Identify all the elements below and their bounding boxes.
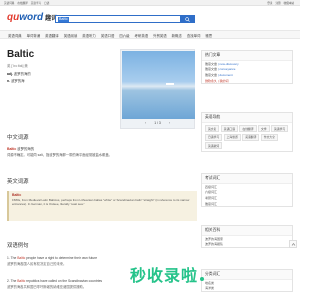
card-title: 相关百科 [202,226,292,236]
section-en-etymology: 英文词源 [7,179,29,185]
article-link[interactable]: 微软永久 | 我的词 [202,78,292,84]
article-title: | document [217,72,233,77]
nav-item[interactable]: 四六级 [119,33,129,38]
nav-pill[interactable]: 英语翻译 [242,133,260,141]
watermark-text: 秒收录啦 [130,266,199,285]
top-link[interactable]: 在线翻译 [17,1,27,5]
nav-pill[interactable]: 在线翻译 [239,125,257,133]
card-title: 英语导航 [202,113,292,123]
en-etym-keyword: Baltic [12,193,22,197]
definition-text: 波罗的海的 [13,72,31,76]
nav-item[interactable]: 新概念 [172,33,182,38]
nav-item[interactable]: 英语词典 [8,33,22,38]
definition-text: 波罗的海 [10,79,25,83]
sea-photo [122,51,195,119]
nav-item[interactable]: 英语口语 [101,33,115,38]
login-link[interactable]: 登录 [267,1,272,5]
search-icon [184,16,190,22]
logo-part-qu: qu [7,12,20,23]
nav-pill[interactable]: 英文名 [205,125,220,133]
header: qu word 趣词 Baltic [0,6,300,30]
carousel-counter: 1 / 3 [154,121,161,125]
zh-etym-meaning: 波罗的海的 [16,147,35,151]
related-card: 相关百科 波罗的海国家 波罗的海舰队 [201,225,293,249]
zh-etym-line: Baltic 波罗的海的 [7,146,34,151]
image-carousel: ‹ 1 / 3 › [120,49,195,129]
nav-pill[interactable]: 英语学习 [270,125,289,133]
site-logo[interactable]: qu word 趣词 [7,12,57,23]
section-examples: 双语例句 [7,243,29,249]
logo-part-word: word [19,12,44,23]
nav-pill[interactable]: 上海旅游 [223,133,241,141]
search-button[interactable] [180,16,194,22]
nav-item[interactable]: 单词背诵 [27,33,41,38]
example-rest: republics have called on the Scandinavia… [25,279,103,283]
exam-link[interactable]: 雅思词汇 [202,201,292,207]
article-title: | conveyance [217,67,236,72]
definition-adj: adj. 波罗的海的 [7,71,31,76]
chevron-up-icon [291,242,295,246]
search-value: Baltic [58,17,69,22]
example-prefix: 2. The [7,279,18,283]
nav-pills: 英文名 英语口语 在线翻译 文学 英语学习 日语学习 上海旅游 英语翻译 作文大… [202,123,292,151]
nav-item[interactable]: 外贸英语 [153,33,167,38]
nav-item[interactable]: 查找单词 [187,33,201,38]
article-prefix: 雅思文章 [205,67,218,72]
article-prefix: 雅思文章 [205,72,218,77]
next-arrow-icon[interactable]: › [169,121,170,125]
section-zh-etymology: 中文词源 [7,135,29,141]
nav-item[interactable]: 英语听力 [82,33,96,38]
example-rest: people have a right to determine their o… [25,256,98,260]
hot-articles-card: 热门文章 雅思文章 | new-discovery 雅思文章 | conveya… [201,50,293,85]
boat-shape [166,83,174,85]
nav-item[interactable]: 英语翻译 [45,33,59,38]
en-etym-text: 1580s, from Medieval Latin Balticus, per… [12,198,190,207]
nav-item[interactable]: 英语阅读 [64,33,78,38]
nav-item[interactable]: 雅思 [205,33,212,38]
nav-pill[interactable]: 文学 [257,125,270,133]
nav-pill[interactable]: 日语学习 [205,133,223,141]
zh-etym-keyword: Baltic [7,147,17,151]
pos-tag: adj. [7,72,13,76]
english-nav-card: 英语导航 英文名 英语口语 在线翻译 文学 英语学习 日语学习 上海旅游 英语翻… [201,112,293,153]
top-right-links: 登录 注册 收藏本站 [267,1,294,5]
word-title: Baltic [7,49,35,60]
top-link[interactable]: 英语学习 [31,1,41,5]
phonetic: 英 [ˈbɔːltɪk] 美 [7,64,28,68]
watermark: 秒收录啦 [130,262,300,292]
watermark-dot [200,277,205,281]
card-title: 热门文章 [202,51,292,61]
nav-item[interactable]: 考研英语 [135,33,149,38]
en-etymology-box: Baltic 1580s, from Medieval Latin Baltic… [7,191,197,221]
card-title: 考试词汇 [202,174,292,184]
article-prefix: 雅思文章 [205,61,218,66]
main-nav: 英语词典 单词背诵 英语翻译 英语阅读 英语听力 英语口语 四六级 考研英语 外… [0,30,300,39]
definition-noun: n. 波罗的海 [7,78,25,83]
related-link[interactable]: 波罗的海舰队 [202,242,292,248]
nav-pill[interactable]: 英语歌词 [205,142,223,150]
article-title: | new-discovery [217,61,239,66]
search-input[interactable]: Baltic [56,16,180,22]
scroll-top-button[interactable] [289,240,297,248]
register-link[interactable]: 注册 [275,1,280,5]
nav-pill[interactable]: 作文大全 [260,133,278,141]
nav-pill[interactable]: 英语口语 [220,125,238,133]
top-link[interactable]: 日语 [44,1,49,5]
top-links: 英语词典 在线翻译 英语学习 日语 [4,1,49,5]
example-prefix: 1. The [7,256,18,260]
top-link[interactable]: 英语词典 [4,1,14,5]
zh-etym-text: 词源不确定。可能同 salt，指波罗的海那一带的海平面经常被盐水覆盖。 [7,153,112,157]
bookmark-link[interactable]: 收藏本站 [284,1,294,5]
search-box: Baltic [55,15,195,23]
pos-tag: n. [7,79,11,83]
exam-vocab-card: 考试词汇 四级词汇 六级词汇 考研词汇 雅思词汇 [201,173,293,208]
